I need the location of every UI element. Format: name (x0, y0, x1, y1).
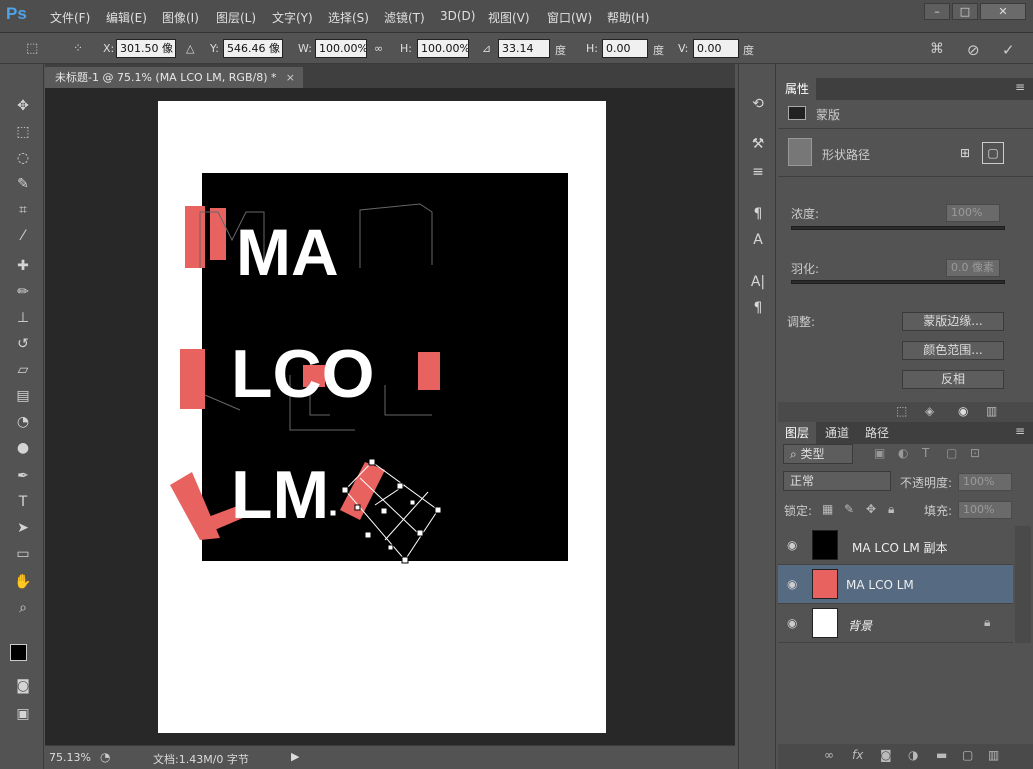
filter-kind-value: 类型 (800, 447, 825, 461)
new-layer-icon[interactable]: ▢ (962, 748, 973, 762)
mask-icon (788, 106, 806, 120)
lock-pixels-icon[interactable]: ✎ (844, 502, 854, 516)
opacity-label: 不透明度: (900, 476, 953, 490)
fill-field[interactable]: 100% (958, 501, 1012, 519)
eye-icon[interactable]: ◉ (787, 538, 797, 552)
new-group-icon[interactable]: ▬ (936, 748, 947, 762)
density-field[interactable]: 100% (946, 204, 1000, 222)
feather-slider[interactable] (791, 280, 1005, 284)
layer-name: 背景 (848, 619, 873, 633)
paragraph-panel-icon[interactable]: ¶ (747, 298, 769, 318)
zoom-level[interactable]: 75.13% (49, 751, 91, 764)
fx-icon[interactable]: fx (852, 748, 863, 762)
history-panel-icon[interactable]: ⟲ (747, 94, 769, 114)
fill-label: 填充: (924, 504, 953, 518)
feather-field[interactable]: 0.0 像素 (946, 259, 1000, 277)
properties-panel: 属性 ≡ 蒙版 形状路径 ⊞ ▢ 浓度: 100% 羽化: 0.0 像素 调整:… (778, 64, 1033, 422)
layers-scrollbar[interactable] (1015, 526, 1031, 643)
filter-smart-icon[interactable]: ⊡ (970, 446, 980, 460)
properties-footer: ⬚ ◈ ◉ ▥ (778, 402, 1033, 422)
filter-type-icon[interactable]: T (922, 446, 929, 460)
link-layers-icon[interactable]: ∞ (824, 748, 834, 762)
lock-position-icon[interactable]: ✥ (866, 502, 876, 516)
shape-path-thumbnail (788, 138, 812, 166)
status-bar: 75.13% ◔ 文档:1.43M/0 字节 ▶ (45, 745, 735, 769)
panel-menu-icon[interactable]: ≡ (1015, 80, 1025, 94)
canvas-text-lm: LM (231, 457, 329, 533)
shape-path-label: 形状路径 (822, 148, 871, 162)
density-slider[interactable] (791, 226, 1005, 230)
lock-transparent-icon[interactable]: ▦ (822, 502, 833, 516)
mask-label: 蒙版 (816, 108, 841, 122)
tab-properties[interactable]: 属性 (778, 78, 817, 100)
eye-icon[interactable]: ◉ (787, 616, 797, 630)
layer-row[interactable]: ◉ MA LCO LM 副本 (778, 526, 1013, 565)
panel-icon-strip: ⟲ ⚒ ≡ ¶ A A| ¶ (738, 64, 776, 769)
layers-menu-icon[interactable]: ≡ (1015, 424, 1025, 438)
delete-mask-icon[interactable]: ▥ (986, 404, 997, 418)
add-pixel-mask-icon[interactable]: ⊞ (960, 146, 970, 160)
layer-row[interactable]: ◉ MA LCO LM (778, 565, 1013, 604)
layer-thumbnail (812, 530, 838, 560)
delete-layer-icon[interactable]: ▥ (988, 748, 999, 762)
document-info: 文档:1.43M/0 字节 (153, 753, 249, 766)
canvas-text-ma: MA (236, 215, 339, 289)
invert-button[interactable]: 反相 (902, 370, 1004, 389)
character-styles-icon[interactable]: A (747, 230, 769, 250)
properties-header: 属性 ≡ (778, 78, 1033, 100)
layer-thumbnail (812, 608, 838, 638)
lock-all-icon[interactable]: 🔒︎ (888, 502, 894, 517)
eye-icon[interactable]: ◉ (787, 577, 797, 591)
filter-adjustment-icon[interactable]: ◐ (898, 446, 908, 460)
mask-edge-button[interactable]: 蒙版边缘... (902, 312, 1004, 331)
share-icon[interactable]: ◔ (100, 750, 110, 764)
layer-lock-icon: 🔒︎ (984, 615, 991, 629)
opacity-field[interactable]: 100% (958, 473, 1012, 491)
lock-label: 锁定: (784, 504, 813, 518)
character-panel-icon[interactable]: A| (747, 272, 769, 292)
canvas-text-lco: LCO (231, 336, 375, 412)
visibility-icon[interactable]: ◉ (958, 404, 968, 418)
tool-presets-icon[interactable]: ⚒ (747, 134, 769, 154)
layer-row[interactable]: ◉ 背景 🔒︎ (778, 604, 1013, 643)
density-label: 浓度: (791, 207, 820, 221)
brush-presets-icon[interactable]: ≡ (747, 162, 769, 182)
search-icon: ⌕ (790, 447, 801, 461)
layers-footer: ∞ fx ◙ ◑ ▬ ▢ ▥ (778, 744, 1033, 769)
add-mask-icon[interactable]: ◙ (880, 748, 892, 762)
filter-shape-icon[interactable]: ▢ (946, 446, 957, 460)
status-arrow-icon[interactable]: ▶ (291, 750, 299, 763)
color-range-button[interactable]: 颜色范围... (902, 341, 1004, 360)
layers-header: 图层 通道 路径 ≡ (778, 422, 1033, 444)
layer-filter-select[interactable]: ⌕ 类型 (783, 444, 853, 464)
apply-mask-icon[interactable]: ◈ (925, 404, 934, 418)
layer-name: MA LCO LM 副本 (852, 541, 948, 555)
feather-label: 羽化: (791, 262, 820, 276)
adjustment-layer-icon[interactable]: ◑ (908, 748, 918, 762)
load-selection-icon[interactable]: ⬚ (896, 404, 907, 418)
tab-layers[interactable]: 图层 (778, 422, 817, 444)
layer-thumbnail (812, 569, 838, 599)
adjust-label: 调整: (787, 315, 816, 329)
layer-name: MA LCO LM (846, 578, 914, 592)
filter-pixel-icon[interactable]: ▣ (874, 446, 885, 460)
add-vector-mask-icon[interactable]: ▢ (982, 142, 1004, 164)
layers-panel: 图层 通道 路径 ≡ ⌕ 类型 ▣ ◐ T ▢ ⊡ 正常 不透明度: 100% … (778, 422, 1033, 769)
tab-paths[interactable]: 路径 (858, 422, 896, 444)
tab-channels[interactable]: 通道 (818, 422, 856, 444)
paragraph-styles-icon[interactable]: ¶ (747, 204, 769, 224)
blend-mode-select[interactable]: 正常 (783, 471, 891, 491)
